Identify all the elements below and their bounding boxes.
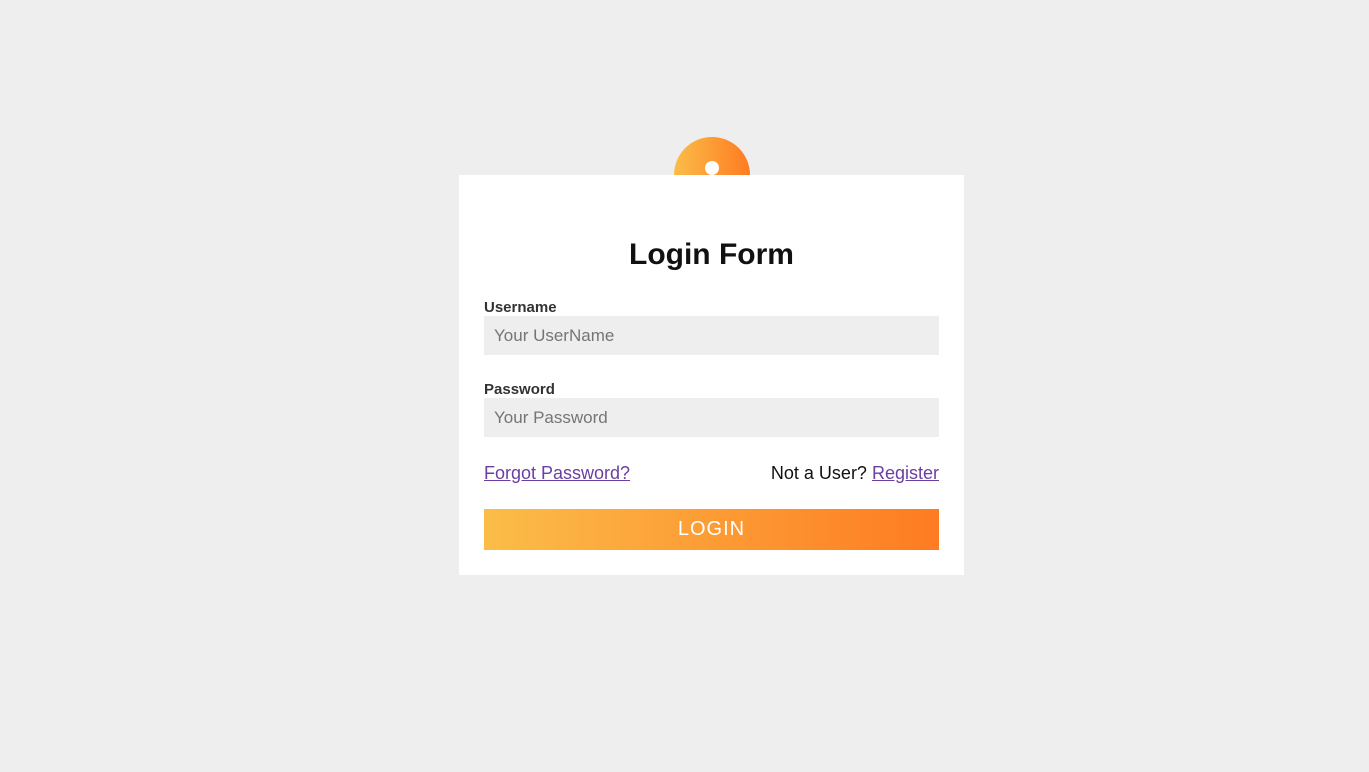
register-link[interactable]: Register [872, 463, 939, 483]
login-card: Login Form Username Password Forgot Pass… [459, 175, 964, 575]
username-label: Username [484, 299, 557, 316]
links-row: Forgot Password? Not a User? Register [484, 463, 939, 483]
password-input[interactable] [484, 398, 939, 437]
page-title: Login Form [629, 238, 794, 271]
forgot-password-link[interactable]: Forgot Password? [484, 463, 630, 483]
register-prompt: Not a User? Register [771, 463, 939, 483]
username-input[interactable] [484, 316, 939, 355]
not-user-text: Not a User? [770, 463, 867, 483]
password-label: Password [484, 381, 555, 398]
login-button[interactable]: LOGIN [484, 509, 939, 550]
